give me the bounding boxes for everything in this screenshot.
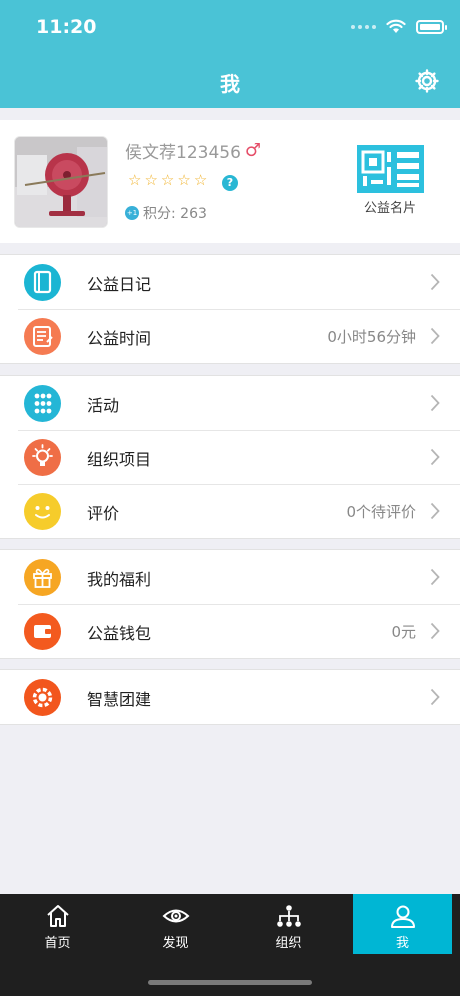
org-chart-icon	[276, 905, 301, 927]
points-plus-icon: +1	[125, 206, 139, 220]
smiley-icon	[24, 493, 61, 530]
menu-item-label: 评价	[87, 504, 120, 523]
star-outline-icon: ☆	[144, 171, 158, 189]
chevron-right-icon	[430, 502, 440, 520]
settings-gear-icon[interactable]	[414, 68, 440, 94]
menu-item-charity-diary[interactable]: 公益日记	[0, 255, 460, 309]
menu-item-smart-league[interactable]: 智慧团建	[0, 670, 460, 724]
menu-item-value: 0小时56分钟	[327, 328, 416, 346]
menu-item-charity-time[interactable]: 公益时间 0小时56分钟	[0, 309, 460, 363]
star-rating: ☆ ☆ ☆ ☆ ☆	[128, 173, 207, 188]
tab-label: 我	[395, 936, 409, 951]
points-label: 积分: 263	[143, 206, 207, 222]
tab-label: 组织	[275, 936, 302, 951]
points-row: +1 积分: 263	[125, 203, 207, 223]
lightbulb-icon	[24, 439, 61, 476]
chevron-right-icon	[430, 688, 440, 706]
chevron-right-icon	[430, 622, 440, 640]
menu-item-charity-wallet[interactable]: 公益钱包 0元	[0, 604, 460, 658]
activity-dots-icon	[24, 385, 61, 422]
charity-card-button[interactable]: 公益名片	[356, 145, 424, 216]
menu-item-label: 活动	[87, 396, 120, 415]
menu-item-label: 公益日记	[87, 275, 152, 294]
menu-group: 活动 组织项目 评价 0个待评价	[0, 375, 460, 539]
username-row: 侯文荐123456 ♂	[125, 138, 261, 163]
help-question-icon[interactable]: ?	[222, 175, 238, 191]
menu-item-label: 我的福利	[87, 570, 152, 589]
status-time: 11:20	[36, 16, 97, 38]
status-icons	[351, 19, 447, 34]
avatar[interactable]	[14, 136, 108, 228]
tab-label: 发现	[162, 936, 189, 951]
menu-group: 公益日记 公益时间 0小时56分钟	[0, 254, 460, 364]
wallet-icon	[24, 613, 61, 650]
username: 侯文荐123456	[125, 143, 241, 163]
menu-item-label: 公益钱包	[87, 624, 152, 643]
qr-card-icon	[356, 145, 424, 193]
gift-icon	[24, 559, 61, 596]
star-outline-icon: ☆	[177, 171, 191, 189]
tab-me[interactable]: 我	[353, 894, 452, 954]
header-bar: 11:20 我	[0, 0, 460, 108]
battery-icon	[416, 19, 447, 34]
menu-item-activity[interactable]: 活动	[0, 376, 460, 430]
gear-badge-icon	[24, 679, 61, 716]
menu-item-my-benefits[interactable]: 我的福利	[0, 550, 460, 604]
home-indicator[interactable]	[148, 980, 312, 985]
star-outline-icon: ☆	[128, 171, 142, 189]
menu-group: 我的福利 公益钱包 0元	[0, 549, 460, 659]
menu-item-org-projects[interactable]: 组织项目	[0, 430, 460, 484]
menu-item-value: 0元	[391, 623, 416, 641]
signal-icon	[351, 24, 376, 29]
eye-icon	[162, 909, 189, 923]
chevron-right-icon	[430, 394, 440, 412]
male-gender-icon: ♂	[244, 140, 262, 161]
timesheet-icon	[24, 318, 61, 355]
profile-card[interactable]: 侯文荐123456 ♂ ☆ ☆ ☆ ☆ ☆ ? +1 积分: 263 公益名片	[0, 120, 460, 243]
tab-organization[interactable]: 组织	[231, 894, 346, 954]
diary-icon	[24, 264, 61, 301]
star-outline-icon: ☆	[193, 171, 208, 189]
tab-discover[interactable]: 发现	[118, 894, 233, 954]
menu-item-evaluation[interactable]: 评价 0个待评价	[0, 484, 460, 538]
star-outline-icon: ☆	[160, 171, 175, 189]
menu-item-label: 公益时间	[87, 329, 152, 348]
charity-card-label: 公益名片	[363, 201, 416, 216]
home-icon	[46, 905, 69, 927]
chevron-right-icon	[430, 448, 440, 466]
menu-group: 智慧团建	[0, 669, 460, 725]
tab-label: 首页	[44, 936, 71, 951]
page-title: 我	[220, 72, 240, 96]
person-icon	[390, 905, 415, 928]
chevron-right-icon	[430, 327, 440, 345]
wifi-icon	[386, 19, 406, 33]
chevron-right-icon	[430, 568, 440, 586]
menu-item-label: 组织项目	[87, 450, 152, 469]
menu-item-value: 0个待评价	[346, 503, 416, 521]
chevron-right-icon	[430, 273, 440, 291]
tab-home[interactable]: 首页	[0, 894, 115, 954]
menu-item-label: 智慧团建	[87, 690, 152, 709]
